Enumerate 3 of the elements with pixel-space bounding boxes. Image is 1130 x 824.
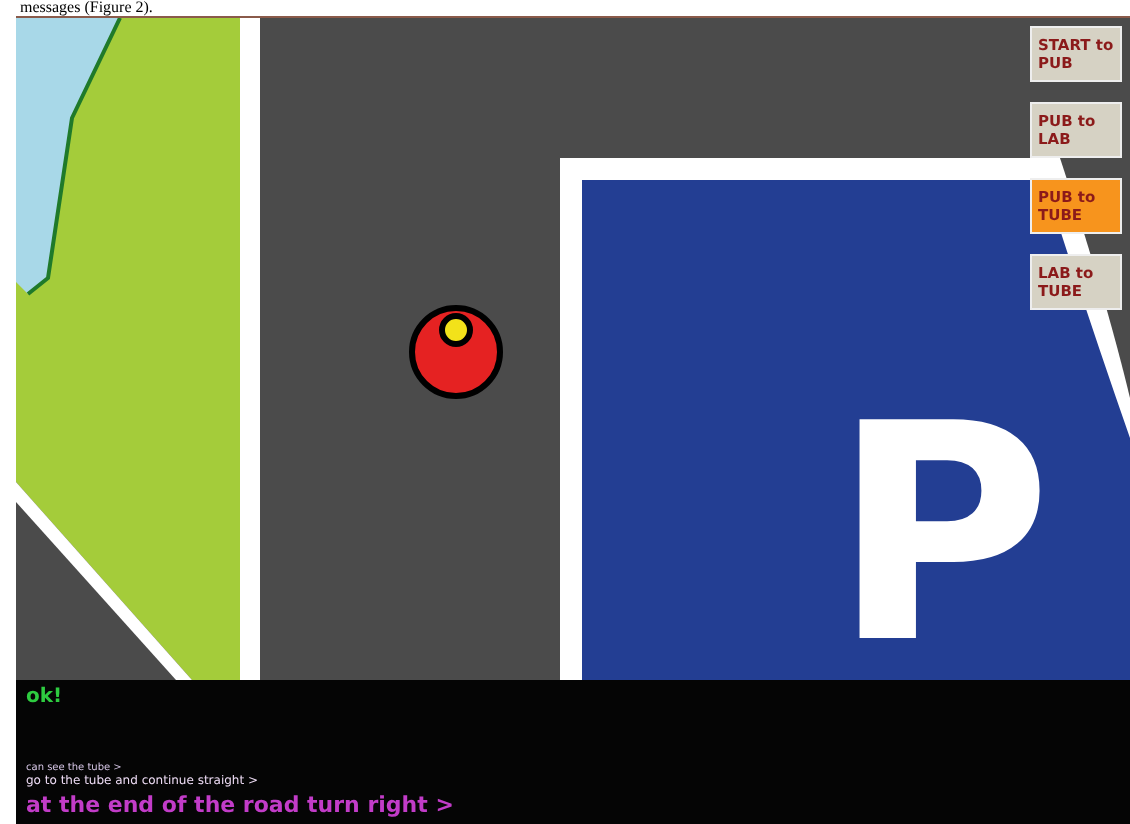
status-text: ok! [26, 686, 65, 708]
direction-message: at the end of the road turn right > [26, 792, 456, 818]
caption-text: messages (Figure 2). [18, 0, 155, 16]
